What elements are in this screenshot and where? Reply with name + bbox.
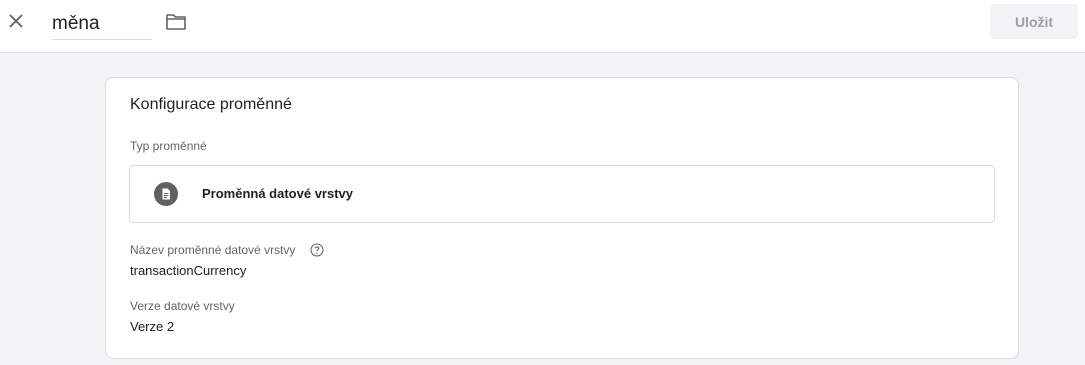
dlv-version-value: Verze 2: [130, 319, 175, 334]
save-button[interactable]: Uložit: [990, 4, 1078, 39]
card-title: Konfigurace proměnné: [130, 96, 292, 113]
folder-icon[interactable]: [164, 10, 188, 34]
dlv-name-value: transactionCurrency: [130, 263, 247, 278]
help-icon[interactable]: [310, 243, 324, 257]
variable-configuration-card: Konfigurace proměnné Typ proměnné Proměn…: [105, 77, 1019, 359]
variable-type-label: Typ proměnné: [130, 139, 207, 153]
variable-name-input[interactable]: [52, 8, 152, 40]
variable-type-name: Proměnná datové vrstvy: [202, 186, 354, 201]
document-icon: [154, 182, 178, 206]
close-icon[interactable]: [4, 9, 28, 33]
dlv-version-label: Verze datové vrstvy: [130, 299, 235, 313]
top-bar: Uložit: [0, 0, 1085, 53]
dlv-name-label: Název proměnné datové vrstvy: [130, 243, 296, 257]
variable-type-selector[interactable]: Proměnná datové vrstvy: [129, 165, 995, 223]
